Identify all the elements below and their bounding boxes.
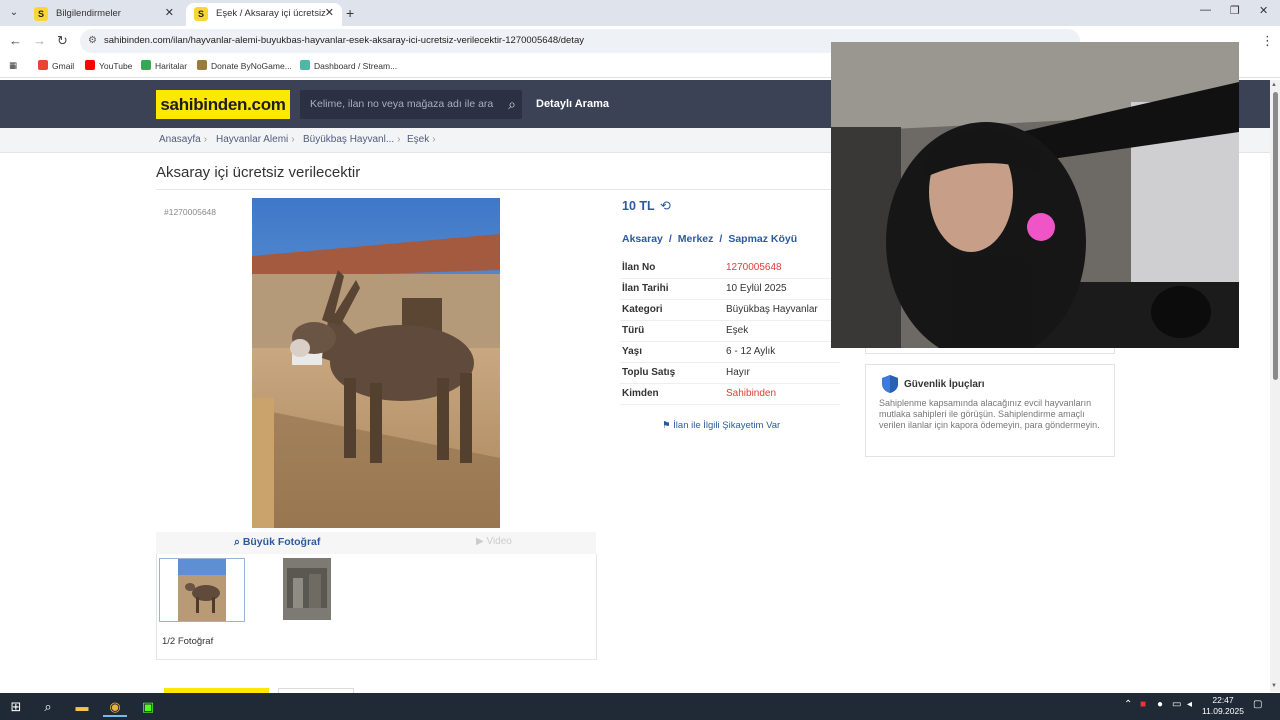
complaint-link[interactable]: ⚑ İlan ile İlgili Şikayetim Var (662, 420, 780, 431)
back-arrow-icon[interactable]: ← (9, 33, 22, 48)
flag-icon: ⚑ (662, 420, 674, 431)
file-explorer-icon[interactable]: ▬ (70, 697, 94, 717)
main-photo-donkey[interactable] (252, 198, 500, 528)
gmail-icon (38, 60, 48, 70)
listing-id-tag: #1270005648 (164, 207, 217, 217)
browser-tab-strip: ⌄ S Bilgilendirmeler ✕ S Eşek / Aksaray … (0, 0, 1280, 26)
webcam-overlay (831, 42, 1239, 348)
location-district-link[interactable]: Merkez (678, 233, 714, 245)
listing-details-table: İlan No 1270005648 İlan Tarihi 10 Eylül 20… (620, 258, 840, 405)
windows-start-icon[interactable]: ⊞ (4, 697, 28, 717)
restore-icon[interactable]: ❐ (1230, 4, 1240, 17)
advanced-search-link[interactable]: Detaylı Arama (536, 90, 609, 119)
window-close-icon[interactable]: ✕ (1259, 4, 1268, 17)
thumbnail-1[interactable] (159, 558, 245, 622)
page-title: Aksaray içi ücretsiz verilecektir (156, 164, 361, 181)
play-icon: ▶ (476, 536, 487, 547)
clock-time: 22:47 (1212, 695, 1234, 705)
detail-row: Toplu Satış Hayır (620, 363, 840, 384)
tray-chevron-icon[interactable]: ⌃ (1124, 699, 1132, 710)
sahibinden-favicon-icon: S (194, 7, 208, 21)
big-photo-button[interactable]: ⌕ Büyük Fotoğraf (234, 536, 320, 549)
detail-row: Kategori Büyükbaş Hayvanlar (620, 300, 840, 321)
shield-icon (882, 375, 898, 393)
bookmark-dashboard[interactable]: Dashboard / Stream... (300, 60, 397, 71)
safety-tips-box: Güvenlik İpuçları Sahiplenme kapsamında … (865, 364, 1115, 457)
search-icon[interactable]: ⌕ (508, 90, 516, 119)
apps-grid-icon[interactable]: ▦ (9, 60, 17, 71)
page-scrollbar[interactable]: ▲ ▼ (1270, 80, 1280, 692)
location-neighborhood-link[interactable]: Sapmaz Köyü (728, 233, 797, 245)
clock-date: 11.09.2025 (1202, 706, 1244, 716)
sahibinden-logo[interactable]: sahibinden.com (156, 90, 290, 119)
location-city-link[interactable]: Aksaray (622, 233, 663, 245)
minimize-icon[interactable]: — (1200, 4, 1211, 16)
tab-esek-listing[interactable]: S Eşek / Aksaray içi ücretsiz verile ✕ (186, 3, 342, 26)
maps-icon (141, 60, 151, 70)
thumbnail-2[interactable] (265, 558, 351, 622)
photo-toolbar: ⌕ Büyük Fotoğraf ▶ Video (156, 532, 596, 554)
chrome-menu-icon[interactable]: ⋮ (1261, 33, 1274, 49)
close-tab-icon[interactable]: ✕ (325, 3, 334, 24)
search-icon[interactable]: ⌕ (36, 697, 60, 717)
photo-counter: 1/2 Fotoğraf (162, 636, 214, 647)
network-icon[interactable]: ▭ (1172, 699, 1181, 710)
detail-row: İlan No 1270005648 (620, 258, 840, 279)
scroll-up-arrow-icon[interactable]: ▲ (1271, 82, 1277, 88)
detail-row: Türü Eşek (620, 321, 840, 342)
bookmark-donate[interactable]: Donate ByNoGame... (197, 60, 292, 71)
video-tab[interactable]: ▶ Video (476, 536, 512, 547)
thumbnail-gallery: 1/2 Fotoğraf (156, 554, 597, 660)
scroll-down-arrow-icon[interactable]: ▼ (1271, 683, 1277, 689)
bookmark-haritalar[interactable]: Haritalar (141, 60, 187, 71)
tab-title: Bilgilendirmeler (56, 8, 121, 19)
breadcrumb-buyukbas[interactable]: Büyükbaş Hayvanl... › (303, 134, 401, 145)
detail-row: Yaşı 6 - 12 Aylık (620, 342, 840, 363)
safety-text: Sahiplenme kapsamında alacağınız evcil h… (879, 398, 1100, 430)
search-input[interactable]: Kelime, ilan no veya mağaza adı ile ara … (300, 90, 522, 119)
chrome-icon[interactable]: ◉ (103, 697, 127, 717)
tab-title: Eşek / Aksaray içi ücretsiz verile (216, 8, 326, 19)
detail-row: Kimden Sahibinden (620, 384, 840, 405)
divider (156, 189, 836, 190)
notifications-icon[interactable]: ▢ (1253, 699, 1262, 710)
detail-row: İlan Tarihi 10 Eylül 2025 (620, 279, 840, 300)
bookmark-youtube[interactable]: YouTube (85, 60, 132, 71)
search-placeholder: Kelime, ilan no veya mağaza adı ile ara (310, 98, 494, 110)
tab-search-chevron-icon[interactable]: ⌄ (4, 4, 24, 22)
tab-bilgilendirmeler[interactable]: S Bilgilendirmeler ✕ (26, 3, 182, 26)
microphone-icon[interactable]: ● (1157, 699, 1163, 710)
breadcrumb-anasayfa[interactable]: Anasayfa › (159, 134, 207, 145)
site-info-icon[interactable]: ⚙ (88, 29, 97, 53)
bookmark-gmail[interactable]: Gmail (38, 60, 74, 71)
safety-title: Güvenlik İpuçları (904, 379, 985, 390)
forward-arrow-icon[interactable]: → (33, 33, 46, 48)
new-tab-plus-icon[interactable]: + (346, 4, 354, 22)
kick-app-icon[interactable]: ▣ (136, 697, 160, 717)
youtube-icon (85, 60, 95, 70)
scrollbar-thumb[interactable] (1273, 92, 1278, 380)
bynogame-icon (197, 60, 207, 70)
location: Aksaray / Merkez / Sapmaz Köyü (622, 233, 798, 245)
taskbar-clock[interactable]: 22:47 11.09.2025 (1200, 695, 1246, 717)
tray-app-icon[interactable]: ■ (1140, 699, 1146, 710)
close-tab-icon[interactable]: ✕ (165, 3, 174, 24)
url-text: sahibinden.com/ilan/hayvanlar-alemi-buyu… (104, 35, 584, 46)
volume-icon[interactable]: ◂ (1187, 699, 1192, 710)
breadcrumb-hayvanlar-alemi[interactable]: Hayvanlar Alemi › (216, 134, 295, 145)
breadcrumb-esek[interactable]: Eşek › (407, 134, 436, 145)
windows-taskbar: ⊞ ⌕ ▬ ◉ ▣ ⌃ ■ ● ▭ ◂ 22:47 11.09.2025 ▢ (0, 693, 1280, 720)
reload-icon[interactable]: ↻ (57, 33, 68, 49)
zoom-icon: ⌕ (234, 536, 243, 548)
price: 10 TL (622, 199, 655, 213)
streamlabs-icon (300, 60, 310, 70)
price-history-icon[interactable]: ⟲ (660, 198, 671, 214)
sahibinden-favicon-icon: S (34, 7, 48, 21)
